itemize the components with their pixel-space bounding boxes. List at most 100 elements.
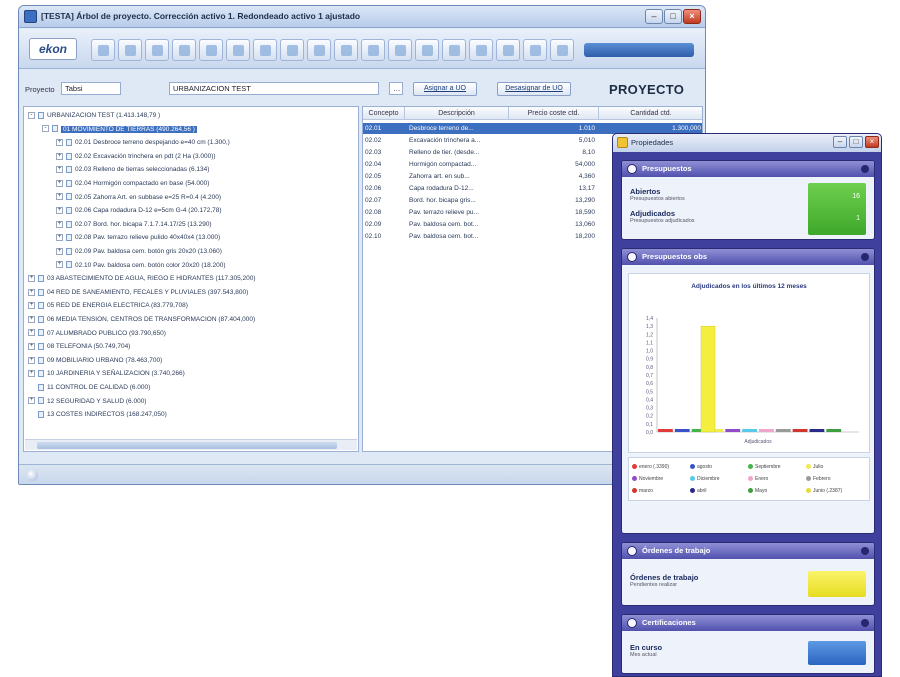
expand-node-icon[interactable]: + [56,152,63,160]
tree-node[interactable]: +12 SEGURIDAD Y SALUD (6.000) [24,395,146,408]
toolbar-print-icon[interactable] [172,39,196,61]
folder-icon [38,397,44,405]
app-icon [24,10,37,23]
scrollbar-thumb[interactable] [37,442,337,449]
tree-node[interactable]: +02.06 Capa rodadura D-12 e=5cm G-4 (20.… [24,204,222,217]
col-header-cantidad[interactable]: Cantidad ctd. [599,107,702,120]
collapse-icon[interactable] [861,547,869,555]
toolbar-last-icon[interactable] [469,39,493,61]
tree-hscrollbar[interactable] [25,439,357,450]
toolbar-redo-icon[interactable] [307,39,331,61]
expand-node-icon[interactable]: + [28,288,35,296]
tree-node[interactable]: +05 RED DE ENERGIA ELECTRICA (83.779,708… [24,299,188,312]
tree-node[interactable]: +02.10 Pav. baldosa cem. botón color 20x… [24,259,226,272]
toolbar-search-icon[interactable] [334,39,358,61]
project-lookup-button[interactable]: … [389,82,403,95]
project-code-field[interactable]: Tabsi [61,82,121,95]
close-button[interactable]: × [683,9,701,24]
expand-node-icon[interactable]: + [28,274,35,282]
tree-node[interactable]: +02.04 Hormigón compactado en base (54.0… [24,177,209,190]
tree-node[interactable]: +06 MEDIA TENSION, CENTROS DE TRANSFORMA… [24,313,255,326]
collapse-icon[interactable] [861,253,869,261]
legend-label: Junio (.2387) [813,488,843,494]
en-curso-item[interactable]: En curso Mes actual [630,643,662,658]
presupuestos-green-tile[interactable]: 16 1 [808,183,866,235]
properties-close-button[interactable]: × [865,136,879,148]
expand-node-icon[interactable]: + [56,261,63,269]
properties-maximize-button[interactable]: □ [849,136,863,148]
expand-node-icon[interactable]: + [56,179,63,187]
collapse-node-icon[interactable]: - [42,125,49,133]
unassign-uo-button[interactable]: Desasignar de UO [497,82,571,96]
project-tree[interactable]: - URBANIZACION TEST (1.413.148,79 ) - 01 MO… [23,106,359,452]
collapse-node-icon[interactable]: - [28,111,35,119]
expand-node-icon[interactable]: + [56,138,63,146]
ordenes-header[interactable]: Órdenes de trabajo [622,543,874,559]
tree-node[interactable]: +08 TELEFONIA (50.749,704) [24,340,130,353]
presupuestos-header[interactable]: Presupuestos [622,161,874,177]
toolbar-next-icon[interactable] [442,39,466,61]
collapse-icon[interactable] [861,165,869,173]
adjudicados-item[interactable]: Adjudicados Presupuestos adjudicados [630,209,695,224]
tree-node[interactable]: +09 MOBILIARIO URBANO (78.463,700) [24,354,162,367]
toolbar-help-icon[interactable] [523,39,547,61]
tree-node[interactable]: +10 JARDINERIA Y SEÑALIZACION (3.740,266… [24,367,185,380]
certificaciones-header[interactable]: Certificaciones [622,615,874,631]
abiertos-item[interactable]: Abiertos Presupuestos abiertos [630,187,685,202]
tree-node[interactable]: +02.02 Excavación trinchera en pdt (2 Ha… [24,150,216,163]
grid-cell-c: 02.06 [365,185,382,192]
col-header-concepto[interactable]: Concepto [363,107,405,120]
toolbar-refresh-icon[interactable] [496,39,520,61]
main-window: [TESTA] Árbol de proyecto. Corrección ac… [18,5,706,485]
toolbar-undo-icon[interactable] [280,39,304,61]
collapse-icon[interactable] [861,619,869,627]
properties-minimize-button[interactable]: – [833,136,847,148]
expand-node-icon[interactable]: + [56,234,63,242]
tree-node[interactable]: - 01 MOVIMIENTO DE TIERRAS (490.264,56 ) [24,123,197,136]
tree-node[interactable]: 11 CONTROL DE CALIDAD (6.000) [24,381,150,394]
tree-node[interactable]: 13 COSTES INDIRECTOS (168.247,050) [24,408,167,421]
chart-panel-header[interactable]: Presupuestos obs [622,249,874,265]
toolbar-cut-icon[interactable] [199,39,223,61]
expand-node-icon[interactable]: + [28,329,35,337]
tree-node[interactable]: +02.07 Bord. hor. bicapa 7.1.7.14.17/25 … [24,218,212,231]
ordenes-yellow-tile[interactable] [808,571,866,597]
col-header-descripcion[interactable]: Descripción [405,107,509,120]
project-name-field[interactable]: URBANIZACION TEST [169,82,379,95]
expand-node-icon[interactable]: + [56,166,63,174]
tree-node[interactable]: +02.01 Desbroce terreno despejando e=40 … [24,136,230,149]
maximize-button[interactable]: □ [664,9,682,24]
expand-node-icon[interactable]: + [28,302,35,310]
col-header-precio[interactable]: Precio coste ctd. [509,107,599,120]
toolbar-paste-icon[interactable] [253,39,277,61]
expand-node-icon[interactable]: + [28,370,35,378]
expand-node-icon[interactable]: + [56,247,63,255]
expand-node-icon[interactable]: + [56,193,63,201]
tree-node[interactable]: +07 ALUMBRADO PUBLICO (93.790,650) [24,327,166,340]
tree-node[interactable]: +02.08 Pav. terrazo relieve pulido 40x40… [24,231,220,244]
toolbar-exit-icon[interactable] [550,39,574,61]
toolbar-save-icon[interactable] [145,39,169,61]
toolbar-prev-icon[interactable] [415,39,439,61]
tree-node[interactable]: +02.03 Relleno de tierras seleccionadas … [24,163,209,176]
toolbar-filter-icon[interactable] [361,39,385,61]
expand-node-icon[interactable]: + [56,220,63,228]
tree-node[interactable]: - URBANIZACION TEST (1.413.148,79 ) [24,109,160,122]
certificaciones-blue-tile[interactable] [808,641,866,665]
toolbar-first-icon[interactable] [388,39,412,61]
assign-uo-button[interactable]: Asignar a UO [413,82,477,96]
expand-node-icon[interactable]: + [56,206,63,214]
expand-node-icon[interactable]: + [28,342,35,350]
toolbar-new-icon[interactable] [91,39,115,61]
expand-node-icon[interactable]: + [28,397,35,405]
ordenes-item[interactable]: Órdenes de trabajo Pendientes realizar [630,573,698,588]
minimize-button[interactable]: – [645,9,663,24]
tree-node[interactable]: +02.09 Pav. baldosa cem. botón gris 20x2… [24,245,222,258]
expand-node-icon[interactable]: + [28,356,35,364]
tree-node[interactable]: +04 RED DE SANEAMIENTO, FECALES Y PLUVIA… [24,286,248,299]
tree-node[interactable]: +03 ABASTECIMIENTO DE AGUA, RIEGO E HIDR… [24,272,256,285]
toolbar-copy-icon[interactable] [226,39,250,61]
tree-node[interactable]: +02.05 Zahorra Art. en subbase e=25 R=0.… [24,191,221,204]
toolbar-open-icon[interactable] [118,39,142,61]
expand-node-icon[interactable]: + [28,315,35,323]
